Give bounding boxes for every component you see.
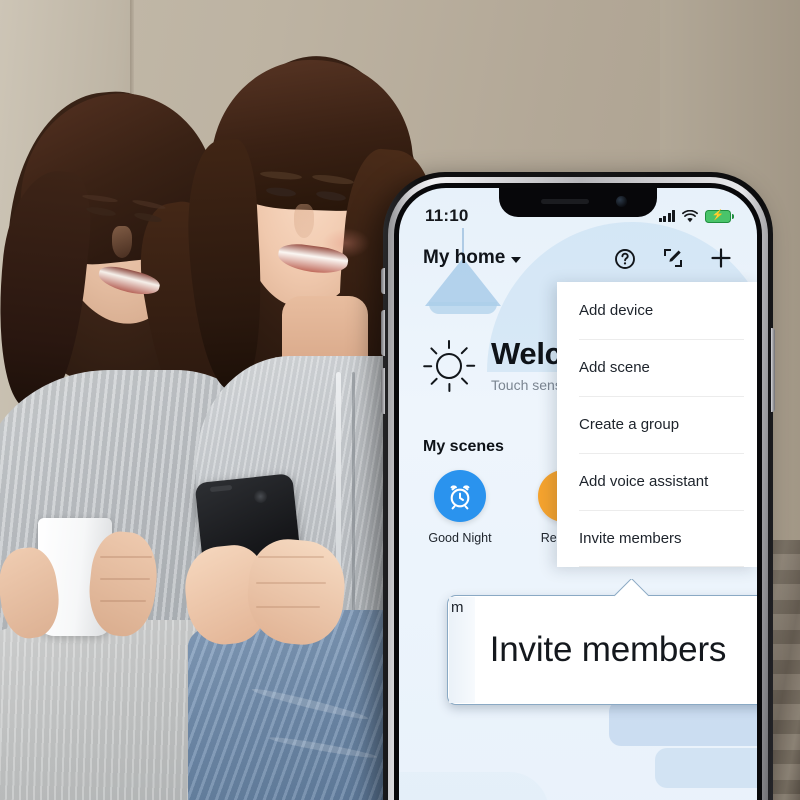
mute-switch[interactable] xyxy=(381,268,385,294)
menu-item-add-device[interactable]: Add device xyxy=(557,282,757,339)
menu-item-label: Add voice assistant xyxy=(579,473,709,490)
menu-item-label: Add scene xyxy=(579,359,650,376)
scene-label: Good Night xyxy=(428,531,492,545)
menu-item-add-scene[interactable]: Add scene xyxy=(557,339,757,396)
home-name-label: My home xyxy=(423,247,506,268)
decorative-block-1 xyxy=(609,700,757,746)
earpiece-speaker-icon xyxy=(541,199,589,204)
sun-icon xyxy=(423,339,476,392)
scan-edit-icon[interactable] xyxy=(661,246,685,270)
callout-tooltip: m Invite members xyxy=(447,595,757,705)
scene-item-good-night[interactable]: Good Night xyxy=(421,470,499,545)
add-menu-dropdown: Add device Add scene Create a group Add … xyxy=(557,282,757,567)
scenes-section-title: My scenes xyxy=(423,438,504,455)
charging-bolt-icon: ⚡ xyxy=(711,210,725,221)
power-button[interactable] xyxy=(771,328,775,412)
woman-right-nose xyxy=(294,204,314,238)
finger-line xyxy=(100,600,146,602)
menu-item-invite-members[interactable]: Invite members xyxy=(557,510,757,567)
menu-item-label: Create a group xyxy=(579,416,680,433)
finger-line xyxy=(258,556,324,558)
decorative-block-3 xyxy=(399,772,549,800)
wifi-icon xyxy=(682,209,698,222)
menu-item-add-voice-assistant[interactable]: Add voice assistant xyxy=(557,453,757,510)
phone-screen: 11:10 ⚡ My home Touch sensor to set My s… xyxy=(399,188,757,800)
app-header: My home xyxy=(399,234,757,282)
finger-line xyxy=(256,582,326,584)
finger-line xyxy=(256,606,320,608)
alarm-clock-icon xyxy=(434,470,486,522)
finger-line xyxy=(100,556,152,558)
finger-line xyxy=(100,578,150,580)
menu-divider xyxy=(579,566,744,567)
menu-item-label: Add device xyxy=(579,302,654,319)
home-selector[interactable]: My home xyxy=(423,247,522,269)
callout-left-artifact: m xyxy=(449,597,475,703)
menu-item-label: Invite members xyxy=(579,530,682,547)
callout-arrow xyxy=(613,579,649,597)
chevron-down-icon xyxy=(511,256,522,263)
woman-left-nose xyxy=(112,226,132,258)
header-actions xyxy=(613,246,733,270)
phone-mockup: 11:10 ⚡ My home Touch sensor to set My s… xyxy=(381,172,775,800)
menu-item-create-a-group[interactable]: Create a group xyxy=(557,396,757,453)
add-icon[interactable] xyxy=(709,246,733,270)
status-bar-indicators: ⚡ xyxy=(658,209,735,223)
volume-up-button[interactable] xyxy=(381,310,385,356)
phone-notch xyxy=(499,188,657,217)
help-icon[interactable] xyxy=(613,246,637,270)
front-camera-icon xyxy=(616,196,627,207)
decorative-lamp-base xyxy=(429,302,497,314)
callout-text: Invite members xyxy=(489,630,727,669)
status-bar-clock: 11:10 xyxy=(425,206,469,225)
decorative-block-2 xyxy=(655,748,757,788)
hoodie-zipper-seam xyxy=(352,372,355,622)
volume-down-button[interactable] xyxy=(381,368,385,414)
signal-bars-icon xyxy=(658,210,675,222)
battery-charging-icon: ⚡ xyxy=(705,209,735,223)
callout-ghost-text: m xyxy=(451,599,464,616)
